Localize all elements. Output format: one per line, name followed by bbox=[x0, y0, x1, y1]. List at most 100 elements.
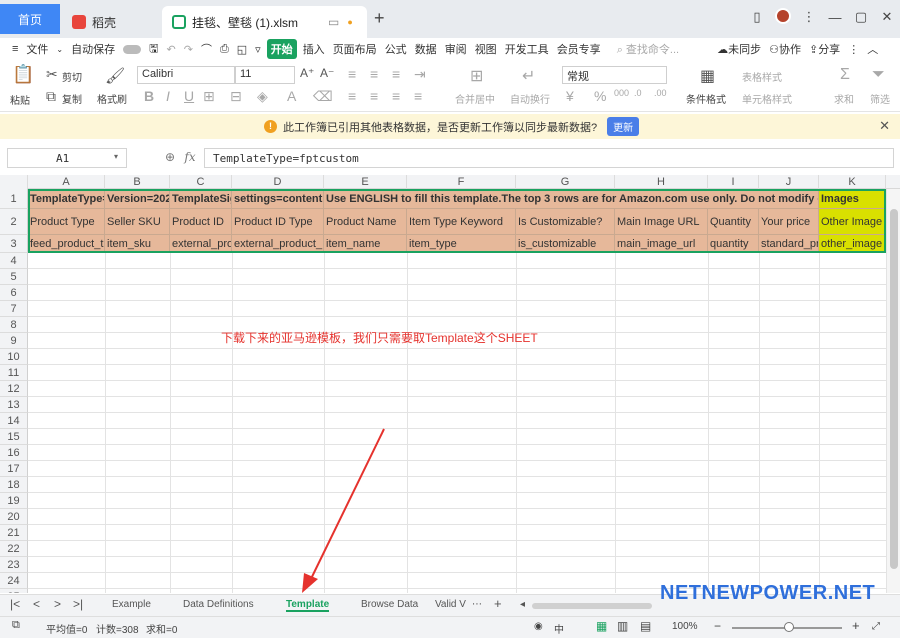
autosave-toggle[interactable] bbox=[119, 43, 145, 55]
thousands-icon[interactable]: 000 bbox=[614, 88, 629, 98]
fill-color-icon[interactable]: ◈ bbox=[257, 88, 268, 105]
menu-member[interactable]: 会员专享 bbox=[553, 41, 605, 57]
align-bottom-icon[interactable]: ≡ bbox=[392, 66, 400, 82]
row-header[interactable]: 18 bbox=[0, 477, 28, 493]
menu-developer[interactable]: 开发工具 bbox=[501, 41, 553, 57]
align-right-icon[interactable]: ≡ bbox=[392, 88, 400, 104]
fullscreen-icon[interactable]: ⤢ bbox=[872, 621, 880, 632]
redo-icon[interactable]: ↷ bbox=[180, 43, 197, 56]
save-icon[interactable]: 🖫 bbox=[145, 40, 162, 59]
row-header[interactable]: 9 bbox=[0, 333, 28, 349]
align-middle-icon[interactable]: ≡ bbox=[370, 66, 378, 82]
share-button[interactable]: ⇪分享 bbox=[805, 41, 844, 57]
wrap-button[interactable]: 自动换行 bbox=[510, 91, 550, 106]
percent-icon[interactable]: % bbox=[594, 88, 606, 104]
column-header[interactable]: E bbox=[324, 175, 407, 189]
row-header[interactable]: 15 bbox=[0, 429, 28, 445]
row-header[interactable]: 24 bbox=[0, 573, 28, 589]
close-notice-icon[interactable]: ✕ bbox=[879, 118, 890, 134]
row-header[interactable]: 7 bbox=[0, 301, 28, 317]
name-box[interactable]: A1 bbox=[7, 148, 127, 168]
justify-icon[interactable]: ≡ bbox=[414, 88, 422, 104]
zoom-slider-thumb[interactable] bbox=[784, 622, 794, 632]
tab-home[interactable]: 首页 bbox=[0, 4, 60, 34]
grow-font-icon[interactable]: A⁺ bbox=[300, 66, 314, 80]
prev-sheet-icon[interactable]: < bbox=[33, 597, 40, 611]
unsynced-button[interactable]: ☁未同步 bbox=[713, 41, 765, 57]
row-header[interactable]: 4 bbox=[0, 253, 28, 269]
menu-file[interactable]: 文件 bbox=[22, 41, 52, 57]
row-header[interactable]: 5 bbox=[0, 269, 28, 285]
shrink-font-icon[interactable]: A⁻ bbox=[320, 66, 334, 80]
column-header[interactable]: D bbox=[232, 175, 324, 189]
row-header[interactable]: 20 bbox=[0, 509, 28, 525]
select-all-corner[interactable] bbox=[0, 175, 28, 189]
merge-button[interactable]: 合并居中 bbox=[455, 91, 495, 106]
zoom-level[interactable]: 100% bbox=[672, 621, 698, 632]
filter-button[interactable]: 筛选 bbox=[870, 91, 890, 106]
align-center-icon[interactable]: ≡ bbox=[370, 88, 378, 104]
font-size-select[interactable]: 11 bbox=[235, 66, 295, 84]
menu-page-layout[interactable]: 页面布局 bbox=[329, 41, 381, 57]
collapse-icon[interactable]: ︿ bbox=[863, 41, 882, 57]
row-header[interactable]: 8 bbox=[0, 317, 28, 333]
sheet-tab-template[interactable]: Template bbox=[286, 599, 330, 612]
minimize-icon[interactable]: — bbox=[822, 10, 848, 25]
row-header[interactable]: 19 bbox=[0, 493, 28, 509]
font-color-icon[interactable]: A bbox=[287, 88, 296, 104]
indent-icon[interactable]: ⇥ bbox=[414, 66, 426, 83]
sum-button[interactable]: 求和 bbox=[834, 91, 854, 106]
sheet-tab-data-definitions[interactable]: Data Definitions bbox=[183, 599, 254, 610]
row-header[interactable]: 13 bbox=[0, 397, 28, 413]
sheet-tab-example[interactable]: Example bbox=[112, 599, 151, 610]
chevron-down-icon[interactable]: ⌄ bbox=[52, 45, 67, 54]
scroll-thumb[interactable] bbox=[890, 209, 898, 569]
collab-button[interactable]: ⚇协作 bbox=[765, 41, 805, 57]
row-header[interactable]: 21 bbox=[0, 525, 28, 541]
column-header[interactable]: F bbox=[407, 175, 516, 189]
next-sheet-icon[interactable]: > bbox=[54, 597, 61, 611]
border-icon[interactable]: ⊞ bbox=[203, 88, 215, 105]
row-header[interactable]: 14 bbox=[0, 413, 28, 429]
column-header[interactable]: I bbox=[708, 175, 759, 189]
row-header[interactable]: 3 bbox=[0, 235, 28, 253]
italic-icon[interactable]: I bbox=[166, 88, 170, 104]
format-painter-button[interactable]: 格式刷 bbox=[97, 91, 127, 106]
zoom-icon[interactable]: ⊕ bbox=[165, 150, 175, 164]
row-header[interactable]: 16 bbox=[0, 445, 28, 461]
format-icon[interactable]: ⌒ bbox=[197, 41, 216, 57]
print-icon[interactable]: ⎙ bbox=[216, 43, 233, 56]
row-header[interactable]: 25 bbox=[0, 589, 28, 593]
align-top-icon[interactable]: ≡ bbox=[348, 66, 356, 82]
column-header[interactable]: A bbox=[28, 175, 105, 189]
horizontal-scrollbar[interactable] bbox=[532, 603, 652, 609]
add-sheet-icon[interactable]: + bbox=[494, 596, 502, 611]
page-layout-icon[interactable]: ▥ bbox=[617, 619, 628, 633]
macro-icon[interactable]: ⧉ bbox=[12, 619, 20, 632]
menu-start[interactable]: 开始 bbox=[266, 39, 297, 59]
menu-insert[interactable]: 插入 bbox=[299, 41, 329, 57]
underline-icon[interactable]: U bbox=[184, 88, 194, 104]
preview-icon[interactable]: ◱ bbox=[233, 43, 251, 56]
tab-daoke[interactable]: 稻壳 bbox=[62, 6, 158, 38]
cell-style-button[interactable]: 单元格样式 bbox=[742, 91, 792, 106]
menu-icon[interactable]: ⋮ bbox=[796, 9, 822, 25]
paste-button[interactable]: 粘贴 bbox=[10, 92, 30, 107]
row-header[interactable]: 2 bbox=[0, 209, 28, 235]
menu-data[interactable]: 数据 bbox=[411, 41, 441, 57]
row-header[interactable]: 22 bbox=[0, 541, 28, 557]
zoom-in-icon[interactable]: + bbox=[852, 618, 860, 633]
first-sheet-icon[interactable]: |< bbox=[10, 597, 20, 611]
bold-icon[interactable]: B bbox=[144, 88, 154, 104]
page-count-icon[interactable]: ▯ bbox=[744, 9, 770, 25]
column-header[interactable]: B bbox=[105, 175, 170, 189]
maximize-icon[interactable]: ▢ bbox=[848, 9, 874, 25]
last-sheet-icon[interactable]: >| bbox=[73, 597, 83, 611]
eye-icon[interactable]: ◉ bbox=[534, 621, 543, 632]
decimal-add-icon[interactable]: .0 bbox=[634, 88, 642, 98]
strike-icon[interactable]: ⊟ bbox=[230, 88, 242, 105]
sheet-tab-browse-data[interactable]: Browse Data bbox=[361, 599, 418, 610]
new-tab-button[interactable]: + bbox=[374, 8, 385, 29]
column-header[interactable]: J bbox=[759, 175, 819, 189]
input-method-icon[interactable]: 中 bbox=[554, 621, 564, 636]
